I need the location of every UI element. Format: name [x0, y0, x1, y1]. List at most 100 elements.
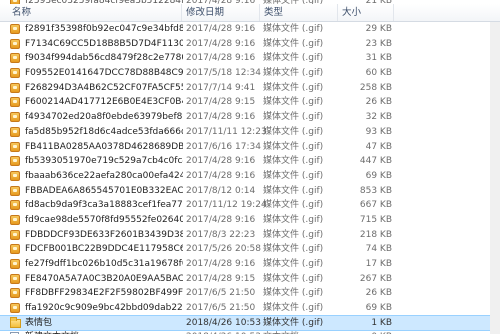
file-row[interactable]: F09552E0141647DCC78D88B48C9AF0...2017/5/…	[0, 66, 500, 81]
gif-file-icon	[10, 228, 22, 243]
file-date: 2018/4/26 10:53	[186, 330, 268, 334]
column-header-date[interactable]: 修改日期	[182, 4, 260, 21]
file-row[interactable]: fa5d85b952f18d6c4adce53fda666d19 2017/11/…	[0, 125, 500, 140]
file-type: 媒体文件 (.gif)	[263, 141, 324, 152]
file-name: FBBADEA6A865545701E0B332EAC48...	[25, 185, 183, 196]
gif-file-icon	[10, 81, 22, 96]
file-size: 267 KB	[359, 273, 392, 284]
file-row[interactable]: FDCFB001BC22B9DDC4E117958C63B...2017/5/2…	[0, 242, 500, 257]
column-header-type[interactable]: 类型	[260, 4, 338, 21]
file-type: 媒体文件 (.gif)	[263, 24, 324, 34]
file-row[interactable]: 新建文本文档2018/4/26 10:53文本文档0 KB	[0, 330, 500, 334]
file-type: 媒体文件 (.gif)	[263, 229, 324, 240]
column-header-name[interactable]: 名称	[0, 4, 182, 21]
file-type: 媒体文件 (.gif)	[263, 156, 324, 167]
file-date: 2017/4/28 9:16	[186, 170, 256, 181]
file-row[interactable]: FDBDDCF93DE633F2601B3439D383C...2017/8/3…	[0, 228, 500, 243]
file-name: F09552E0141647DCC78D88B48C9AF0...	[25, 68, 183, 79]
file-type: 媒体文件 (.gif)	[263, 200, 324, 211]
file-row[interactable]: FE8470A5A7A0C3B20A0E9AA5BAC7A...2017/4/2…	[0, 272, 500, 287]
file-size: 26 KB	[365, 288, 392, 299]
file-date: 2017/6/16 17:34	[186, 141, 261, 152]
file-type: 媒体文件 (.gif)	[263, 82, 324, 93]
file-type: 文本文档	[263, 330, 343, 334]
text-document-icon	[10, 330, 22, 334]
file-name: F600214AD417712E6B0E4E3CF0B44...	[25, 97, 183, 108]
file-date: 2017/4/28 9:16	[186, 156, 256, 167]
file-size: 74 KB	[365, 244, 392, 255]
file-row[interactable]: F600214AD417712E6B0E4E3CF0B44...2017/4/2…	[0, 95, 500, 110]
file-type: 媒体文件 (.gif)	[263, 68, 324, 79]
file-row[interactable]: 表情包 2018/4/26 10:53 媒体文件 (.gif) 1 KB	[0, 314, 500, 332]
file-type: 媒体文件 (.gif)	[263, 259, 324, 269]
file-row[interactable]: FB411BA0285AA0378D4628689DB04...2017/6/1…	[0, 140, 500, 155]
file-type: 媒体文件 (.gif)	[263, 303, 324, 314]
file-name: FDBDDCF93DE633F2601B3439D383C...	[25, 229, 183, 240]
file-name: FDCFB001BC22B9DDC4E117958C63B...	[25, 244, 183, 255]
gif-file-icon	[10, 198, 22, 213]
file-row[interactable]: f9034f994dab56cd8479f28c2e7780f5 2017/4/2…	[0, 51, 500, 66]
file-row[interactable]: FBBADEA6A865545701E0B332EAC48...2017/8/1…	[0, 184, 500, 199]
file-name: F268294D3A4B62C52CF07FA5CF554D...	[25, 82, 183, 93]
file-size: 32 KB	[365, 112, 392, 123]
file-row[interactable]: fb5393051970e719c529a7cb4c0fc48b 2017/4/2…	[0, 154, 500, 169]
column-header-bar: 名称 修改日期 类型 大小	[0, 4, 500, 22]
file-size: 17 KB	[365, 259, 392, 269]
file-size: 667 KB	[359, 200, 392, 211]
file-date: 2017/11/12 19:24	[186, 200, 267, 211]
gif-file-icon	[10, 286, 22, 301]
file-name: FB411BA0285AA0378D4628689DB04...	[25, 141, 183, 152]
file-name: fb5393051970e719c529a7cb4c0fc48b	[25, 156, 183, 167]
file-size: 26 KB	[365, 97, 392, 108]
gif-file-icon	[10, 272, 22, 287]
file-date: 2017/4/28 9:16	[186, 112, 256, 123]
file-type: 媒体文件 (.gif)	[263, 288, 324, 299]
file-row[interactable]: fd9cae98de5570f8fd95552fe026404d 2017/4/2…	[0, 213, 500, 228]
file-row[interactable]: f2891f35398f0b92ec047c9e34bfd8fa 2017/4/2…	[0, 22, 500, 37]
file-size: 258 KB	[359, 82, 392, 93]
file-date: 2017/8/3 22:23	[186, 229, 256, 240]
file-type: 媒体文件 (.gif)	[263, 273, 324, 284]
file-size: 853 KB	[359, 185, 392, 196]
file-row[interactable]: ffa1920c9c909e9bc42bbd09dab22164 2017/6/5…	[0, 301, 500, 316]
file-list: f2891f35398f0b92ec047c9e34bfd8fa 2017/4/2…	[0, 22, 500, 334]
file-row[interactable]: F268294D3A4B62C52CF07FA5CF554D...2017/7/…	[0, 81, 500, 96]
file-type: 媒体文件 (.gif)	[263, 244, 324, 255]
gif-file-icon	[10, 257, 22, 272]
gif-file-icon	[10, 140, 22, 155]
file-date: 2017/4/28 9:15	[186, 273, 256, 284]
file-row[interactable]: fbaaab636ce22aefa280ca00efa42409 2017/4/2…	[0, 169, 500, 184]
file-row[interactable]: fe27f9dff1bc026b10d5c31a19678f04 2017/4/2…	[0, 257, 500, 272]
gif-file-icon	[10, 169, 22, 184]
file-type: 媒体文件 (.gif)	[263, 170, 324, 181]
file-row[interactable]: fd8acb9da9f3ca3a18883cef1fea775d 2017/11/…	[0, 198, 500, 213]
column-header-size[interactable]: 大小	[338, 4, 394, 21]
file-name: f4934702ed20a8f0ebde63979bef821b	[25, 112, 183, 123]
gif-file-icon	[10, 95, 22, 110]
file-date: 2017/4/28 9:16	[186, 24, 256, 34]
gif-file-icon	[10, 301, 22, 316]
file-size: 447 KB	[359, 156, 392, 167]
gif-file-icon	[10, 51, 22, 66]
file-size: 69 KB	[365, 303, 392, 314]
file-explorer-window: f2593ec03259fa84cf9ea3b512284f9b 2017/4/…	[0, 0, 500, 334]
file-size: 0 KB	[340, 330, 392, 334]
file-row[interactable]: FF8DBFF29834E2F2F59802BF499F99222017/6/5…	[0, 286, 500, 301]
file-row[interactable]: F7134C69CC5D18B8B5D7D4F113011...2017/4/2…	[0, 37, 500, 52]
gif-file-icon	[10, 110, 22, 125]
gif-file-icon	[10, 22, 22, 37]
file-size: 69 KB	[365, 170, 392, 181]
gif-file-icon	[10, 213, 22, 228]
file-date: 2017/4/28 9:15	[186, 97, 256, 108]
file-name: fa5d85b952f18d6c4adce53fda666d19	[25, 126, 183, 137]
file-name: 表情包	[25, 317, 53, 328]
file-name: FE8470A5A7A0C3B20A0E9AA5BAC7A...	[25, 273, 183, 284]
file-type: 媒体文件 (.gif)	[263, 126, 324, 137]
file-date: 2017/11/11 12:23	[186, 126, 267, 137]
file-size: 47 KB	[365, 141, 392, 152]
file-date: 2017/7/14 9:41	[186, 82, 256, 93]
file-name: F7134C69CC5D18B8B5D7D4F113011...	[25, 38, 183, 49]
file-row[interactable]: f4934702ed20a8f0ebde63979bef821b 2017/4/2…	[0, 110, 500, 125]
file-name: fd9cae98de5570f8fd95552fe026404d	[25, 214, 183, 225]
vertical-scrollbar[interactable]	[490, 22, 500, 334]
